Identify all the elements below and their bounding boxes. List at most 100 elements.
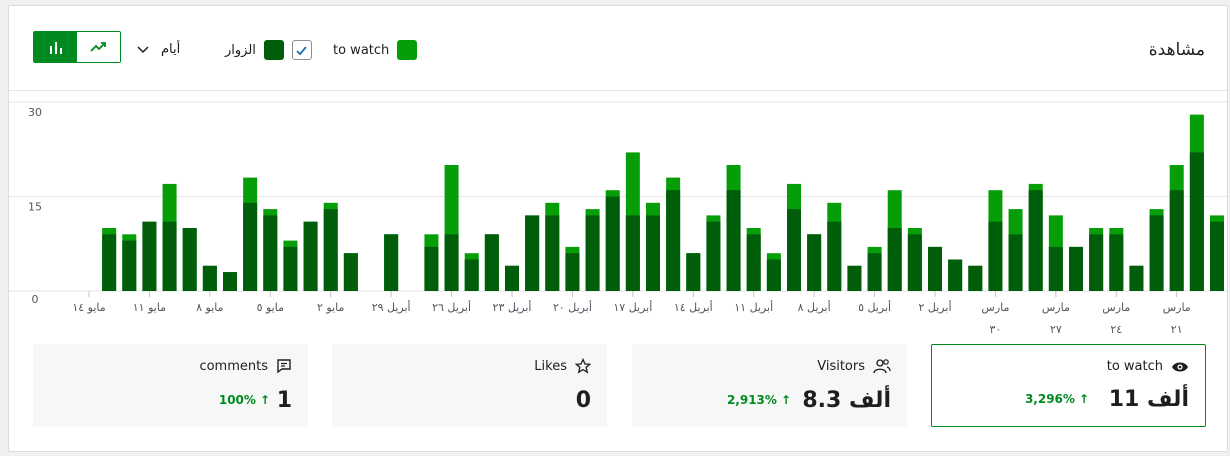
bar-visitors[interactable]	[283, 246, 298, 291]
bar-visitors[interactable]	[827, 221, 842, 291]
bar-visitors[interactable]	[1149, 215, 1164, 291]
legend-views[interactable]: to watch	[333, 39, 418, 61]
bar-visitors[interactable]	[424, 246, 439, 291]
y-tick-label: 15	[28, 201, 42, 214]
stat-change-visitors-value: 2,913%	[726, 393, 777, 407]
bar-visitors[interactable]	[1048, 246, 1063, 291]
bar-visitors[interactable]	[1109, 234, 1124, 291]
bar-visitors[interactable]	[1069, 246, 1083, 291]
bar-visitors[interactable]	[525, 215, 540, 291]
stat-change-views: 3,296% ↑	[1025, 392, 1089, 406]
period-select-label: أيام	[161, 42, 181, 57]
period-select[interactable]: أيام	[137, 42, 180, 57]
bar-visitors[interactable]	[545, 215, 560, 291]
bar-visitors[interactable]	[263, 215, 278, 291]
eye-icon	[1172, 362, 1188, 371]
bar-visitors[interactable]	[726, 190, 741, 291]
bar-visitors[interactable]	[585, 215, 600, 291]
bar-visitors[interactable]	[968, 265, 983, 291]
bar-visitors[interactable]	[464, 259, 479, 292]
stat-value-comments: 1	[276, 388, 292, 413]
bar-visitors[interactable]	[706, 221, 721, 291]
bar-visitors[interactable]	[907, 234, 922, 291]
bar-visitors[interactable]	[847, 265, 862, 291]
bar-visitors[interactable]	[1210, 221, 1224, 291]
bar-visitors[interactable]	[646, 215, 660, 291]
bar-visitors[interactable]	[162, 221, 177, 291]
bar-visitors[interactable]	[202, 265, 217, 291]
bar-chart: 30 15 0 مايو ١٤ مايو ١١ مايو ٨ مايو ٥ مايو ٢ أبر…	[9, 101, 1229, 336]
legend-visitors[interactable]: الزوار	[225, 39, 312, 61]
bar-visitors[interactable]	[484, 234, 499, 291]
bar-visitors[interactable]	[142, 221, 157, 291]
comment-icon	[277, 359, 291, 374]
stat-card-views[interactable]: to watch 11 ألف 3,296% ↑	[931, 344, 1206, 427]
chart-title: مشاهدة	[1148, 40, 1205, 60]
bar-visitors[interactable]	[988, 221, 1003, 291]
stat-label-likes-text: Likes	[534, 358, 567, 374]
chevron-down-icon	[137, 45, 149, 53]
bar-visitors[interactable]	[928, 246, 942, 291]
bar-visitors[interactable]	[223, 272, 237, 291]
stat-label-comments-text: comments	[199, 358, 268, 374]
bar-visitors[interactable]	[384, 234, 399, 291]
stat-label-visitors-text: Visitors	[817, 358, 865, 374]
x-tick-label: ٣٠	[990, 323, 1002, 336]
bar-visitors[interactable]	[948, 259, 963, 292]
x-tick-label: ٢١	[1171, 323, 1183, 336]
bar-visitors[interactable]	[1089, 234, 1104, 291]
stat-label-comments: comments	[199, 358, 292, 374]
bar-visitors[interactable]	[182, 228, 197, 291]
bar-visitors[interactable]	[323, 209, 338, 291]
x-tick-label: أبريل ١١	[734, 300, 773, 314]
bar-visitors[interactable]	[625, 215, 640, 291]
bar-visitors[interactable]	[303, 221, 318, 291]
legend-visitors-checkbox[interactable]	[291, 40, 312, 60]
bar-visitors[interactable]	[505, 265, 519, 291]
x-tick-label: أبريل ٢٣	[493, 300, 532, 314]
line-chart-button[interactable]	[77, 32, 120, 62]
stat-card-comments[interactable]: comments 1 100% ↑	[33, 344, 308, 427]
bar-visitors[interactable]	[867, 253, 882, 291]
y-tick-label: 0	[32, 293, 39, 306]
chart-type-toggle	[33, 31, 121, 63]
x-tick-label: مارس	[1042, 301, 1070, 314]
stat-value-visitors: 8.3 ألف	[802, 388, 891, 413]
x-tick-label: أبريل ٥	[858, 300, 891, 314]
bar-visitors[interactable]	[1189, 152, 1204, 291]
stat-label-views: to watch	[1107, 359, 1189, 374]
stat-label-likes: Likes	[534, 358, 591, 374]
stat-card-likes[interactable]: Likes 0	[332, 344, 607, 427]
bar-visitors[interactable]	[746, 234, 761, 291]
stats-card: مشاهدة to watch الزوار أيام 30 15 0 مايو ١٤…	[8, 5, 1229, 452]
bar-visitors[interactable]	[102, 234, 117, 291]
bar-visitors[interactable]	[1129, 265, 1144, 291]
bar-visitors[interactable]	[1008, 234, 1023, 291]
legend-views-label: to watch	[333, 42, 390, 58]
x-tick-label: مايو ١٤	[72, 301, 105, 314]
stat-card-visitors[interactable]: Visitors 8.3 ألف 2,913% ↑	[632, 344, 907, 427]
bar-visitors[interactable]	[243, 202, 258, 291]
people-icon	[873, 359, 891, 374]
bar-visitors[interactable]	[444, 234, 459, 291]
bar-visitors[interactable]	[887, 228, 902, 291]
checkmark-icon	[296, 45, 308, 55]
stat-change-views-value: 3,296%	[1024, 392, 1075, 406]
bar-visitors[interactable]	[1028, 190, 1043, 291]
stat-change-comments-value: 100%	[218, 393, 256, 407]
bar-visitors[interactable]	[686, 253, 701, 291]
trending-up-icon	[89, 42, 106, 52]
bar-visitors[interactable]	[1169, 190, 1184, 291]
bar-visitors[interactable]	[807, 234, 822, 291]
bar-visitors[interactable]	[605, 196, 620, 292]
x-tick-label: ٢٤	[1110, 323, 1122, 336]
bar-visitors[interactable]	[343, 253, 358, 291]
bar-visitors[interactable]	[787, 209, 801, 291]
bar-visitors[interactable]	[122, 240, 137, 291]
x-tick-label: أبريل ٢	[919, 300, 952, 314]
bar-chart-button[interactable]	[34, 32, 77, 62]
bar-visitors[interactable]	[565, 253, 580, 291]
bar-visitors[interactable]	[766, 259, 781, 292]
bar-visitors[interactable]	[666, 190, 681, 291]
x-tick-label: مايو ٥	[257, 301, 285, 314]
